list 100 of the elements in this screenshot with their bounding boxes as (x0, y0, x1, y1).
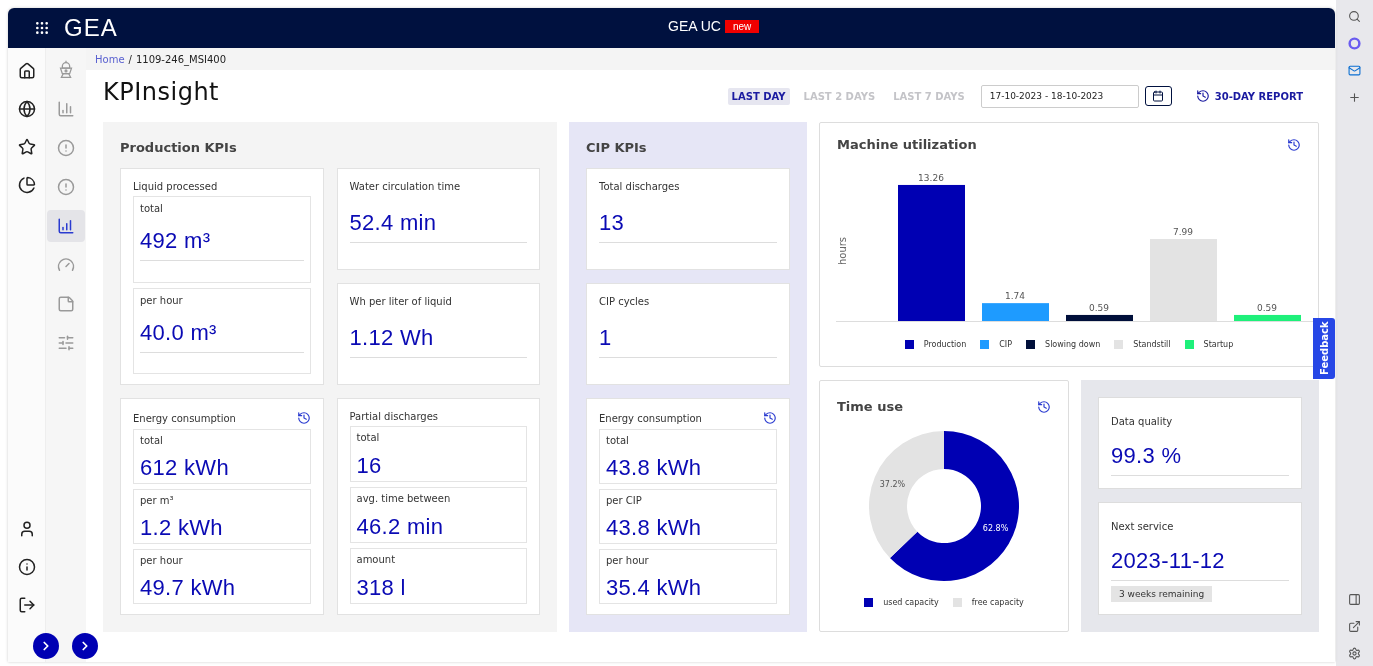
kpi-value: 13 (599, 210, 626, 236)
metric-label: per hour (140, 555, 184, 566)
page-title: KPInsight (103, 78, 220, 106)
plus-icon[interactable] (1348, 91, 1361, 104)
remaining-tag: 3 weeks remaining (1111, 586, 1213, 602)
legend-label: Standstill (1133, 340, 1171, 349)
card-title: Total discharges (599, 181, 680, 192)
legend-label: Production (923, 340, 967, 349)
legend-swatch (864, 598, 874, 607)
legend-swatch (980, 340, 990, 349)
data-label: 1.74 (1005, 291, 1025, 302)
history-icon[interactable] (1287, 137, 1301, 152)
card-title: Data quality (1111, 416, 1173, 427)
expand-button[interactable] (72, 633, 98, 659)
star-icon[interactable] (17, 138, 36, 156)
alert-icon (57, 139, 75, 157)
kpi-value: 1 (599, 325, 613, 351)
history-icon (1195, 89, 1210, 103)
kpi-value: 40.0 m³ (140, 319, 218, 346)
legend-swatch (1026, 340, 1036, 349)
card-title: Water circulation time (349, 181, 461, 192)
metric-label: total (140, 203, 164, 214)
metric-label: per hour (140, 294, 184, 306)
metric-label: total (356, 432, 381, 443)
data-label: 7.99 (1173, 227, 1193, 237)
metric-label: avg. time between (356, 493, 452, 504)
bar (982, 303, 1049, 321)
data-label: 0.59 (1257, 302, 1277, 313)
kpi-value: 612 kWh (140, 455, 230, 481)
metric-label: total (140, 435, 164, 446)
kpi-value: 492 m³ (140, 228, 212, 254)
sliders-icon (57, 334, 75, 352)
kpi-value: 52.4 min (349, 210, 438, 236)
history-icon[interactable] (296, 411, 311, 425)
calendar-icon (1152, 90, 1165, 102)
legend-label: free capacity (971, 598, 1024, 607)
grid-icon[interactable] (34, 20, 50, 36)
data-label: 0.59 (1089, 302, 1109, 313)
kpi-value: 43.8 kWh (606, 515, 703, 541)
metric-label: per hour (606, 555, 650, 566)
chart-title: Time use (837, 399, 904, 414)
calendar-button[interactable] (1144, 86, 1172, 106)
search-icon[interactable] (1348, 10, 1361, 23)
breadcrumb-separator: / (128, 53, 132, 65)
logout-icon[interactable] (17, 596, 36, 614)
range-tab[interactable]: LAST DAY (727, 87, 790, 105)
external-link-icon[interactable] (1348, 620, 1361, 633)
mail-icon[interactable] (1348, 64, 1361, 77)
kpi-value: 1.12 Wh (349, 325, 435, 351)
kpi-value: 2023-11-12 (1111, 548, 1226, 574)
kpi-value: 99.3 % (1111, 443, 1183, 469)
kpi-value: 318 l (356, 575, 407, 601)
date-range-field[interactable]: 17-10-2023 - 18-10-2023 (980, 84, 1139, 108)
legend-swatch (1114, 340, 1124, 349)
card-title: CIP cycles (599, 296, 650, 307)
legend-label: Startup (1203, 340, 1234, 349)
bar-chart-icon (57, 100, 75, 118)
card-title: Wh per liter of liquid (349, 296, 452, 307)
note-icon (57, 295, 75, 313)
gauge-icon (57, 256, 75, 274)
bar (1234, 314, 1301, 321)
breadcrumb-current: 1109-246_MSI400 (135, 53, 227, 65)
chart-title: Machine utilization (837, 137, 977, 152)
info-icon[interactable] (17, 558, 36, 576)
metric-label: per m³ (140, 495, 175, 506)
home-icon[interactable] (17, 62, 36, 80)
legend-swatch (1184, 340, 1194, 349)
pie-chart-icon[interactable] (17, 176, 36, 194)
settings-icon[interactable] (1348, 647, 1361, 660)
bar (1066, 314, 1133, 321)
breadcrumb-link[interactable]: Home (95, 53, 125, 65)
kpi-value: 35.4 kWh (606, 575, 703, 601)
report-button[interactable]: 30-DAY REPORT (1195, 89, 1304, 103)
card-title: Energy consumption (599, 412, 702, 424)
history-icon[interactable] (1037, 399, 1051, 414)
data-label: 62.8% (982, 523, 1009, 533)
card-title: Partial discharges (349, 411, 439, 422)
data-label: 13.26 (918, 172, 944, 183)
kpi-value: 43.8 kWh (606, 455, 703, 481)
kpi-value: 1.2 kWh (140, 515, 224, 541)
card-title: Energy consumption (133, 412, 236, 424)
logo: GEA (64, 14, 118, 42)
alert-icon (57, 178, 75, 196)
history-icon[interactable] (763, 411, 777, 425)
feedback-button[interactable]: Feedback (1313, 318, 1336, 379)
metric-label: per CIP (606, 495, 643, 506)
globe-icon[interactable] (17, 100, 36, 118)
kpi-value: 46.2 min (356, 514, 445, 540)
card-title: Next service (1111, 521, 1174, 532)
nav-item[interactable] (47, 210, 85, 242)
kpi-value: 49.7 kWh (140, 575, 237, 601)
panel-title: CIP KPIs (586, 138, 648, 157)
app-title: GEA UC (668, 18, 721, 34)
legend-label: Slowing down (1045, 340, 1101, 349)
kpi-value: 16 (356, 453, 383, 479)
card-title: Liquid processed (133, 181, 218, 192)
panel-title: Production KPIs (120, 138, 238, 157)
new-badge: new (724, 19, 760, 33)
panel-icon[interactable] (1348, 593, 1361, 606)
legend-swatch (952, 598, 962, 607)
